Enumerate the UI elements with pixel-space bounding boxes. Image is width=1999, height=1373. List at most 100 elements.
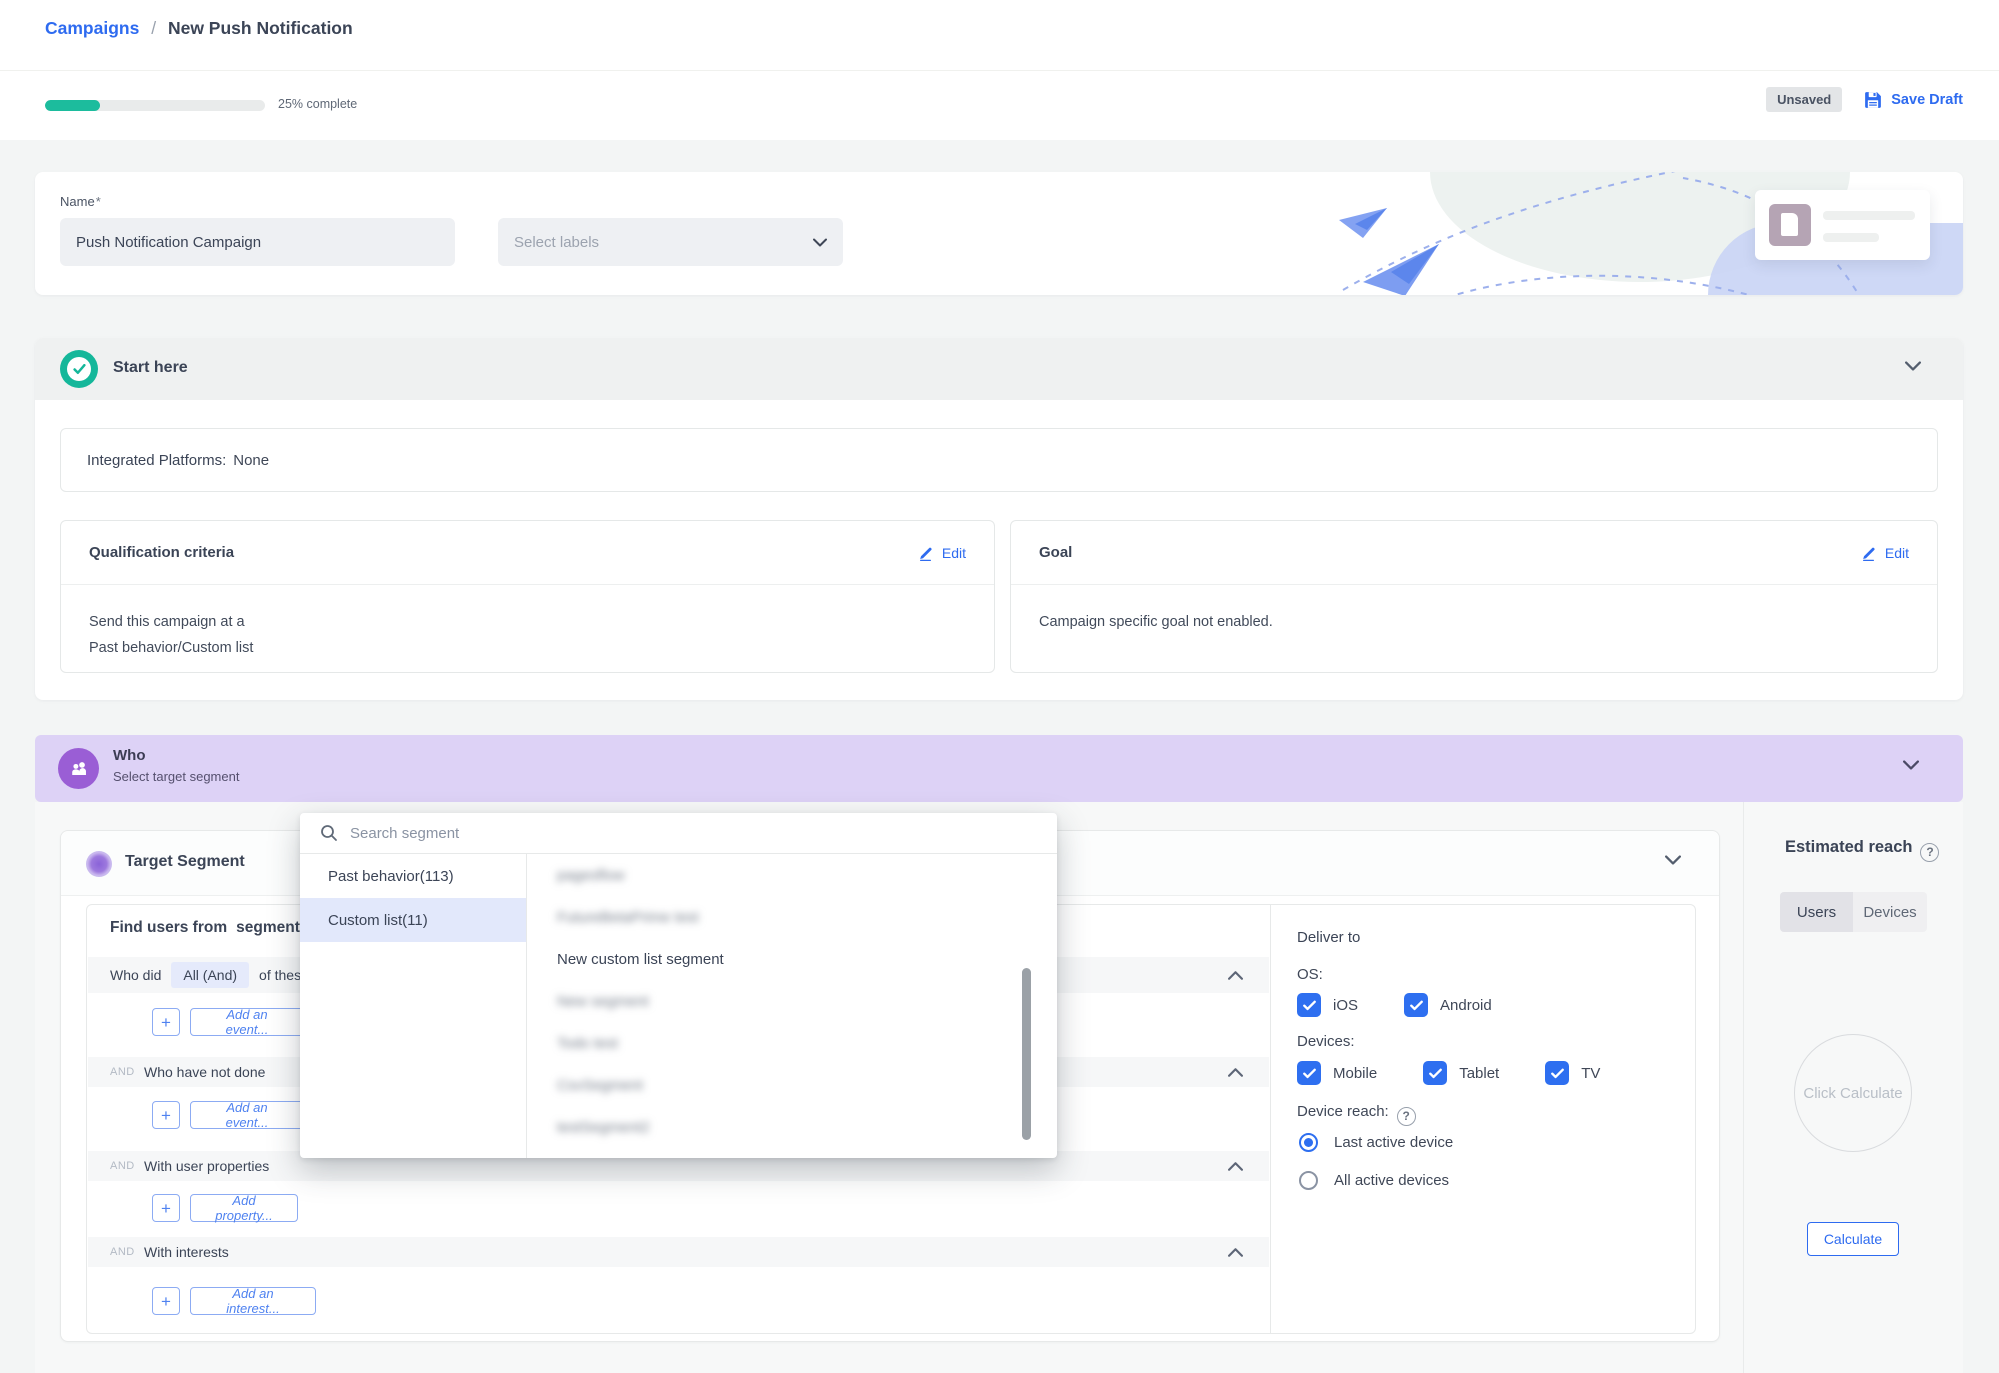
segment-item-redacted[interactable]: New segment <box>527 980 1027 1022</box>
segment-item-redacted[interactable]: testSegment2 <box>527 1106 1027 1148</box>
os-label: OS: <box>1297 966 1323 983</box>
find-users-label: Find users from <box>110 919 227 936</box>
progress-bar <box>45 100 265 111</box>
segment-item-redacted[interactable]: Todo test <box>527 1022 1027 1064</box>
collapse-chevron-up-icon[interactable] <box>1228 971 1243 980</box>
goal-header: Goal Edit <box>1011 521 1937 585</box>
reach-option-all-active: All active devices <box>1299 1171 1449 1190</box>
calculate-button[interactable]: Calculate <box>1807 1222 1899 1256</box>
breadcrumb: Campaigns / New Push Notification <box>45 18 353 39</box>
add-event-plus-button[interactable]: + <box>152 1008 180 1036</box>
tv-checkbox[interactable] <box>1545 1061 1569 1085</box>
segment-search-input[interactable] <box>350 825 1037 842</box>
start-here-header[interactable]: Start here <box>35 338 1963 400</box>
target-segment-collapse-chevron-icon[interactable] <box>1665 855 1681 865</box>
integrated-platforms-label: Integrated Platforms: <box>87 452 226 469</box>
reach-unit-toggle: Users Devices <box>1780 892 1927 932</box>
add-event-row-2: + Add an event... <box>152 1101 304 1129</box>
tab-users[interactable]: Users <box>1780 892 1853 932</box>
popup-scrollbar-thumb[interactable] <box>1022 968 1031 1140</box>
breadcrumb-campaigns-link[interactable]: Campaigns <box>45 18 139 38</box>
who-did-prefix: Who did <box>110 967 161 983</box>
start-here-collapse-chevron-icon[interactable] <box>1905 361 1921 371</box>
interests-label: With interests <box>144 1244 229 1260</box>
reach-placeholder-circle: Click Calculate <box>1794 1034 1912 1152</box>
condition-bar-interests[interactable]: AND With interests <box>88 1237 1269 1267</box>
qualification-criteria-title: Qualification criteria <box>89 544 234 561</box>
who-section-header[interactable]: Who Select target segment <box>35 735 1963 802</box>
qualification-edit-label: Edit <box>942 545 966 561</box>
mobile-checkbox[interactable] <box>1297 1061 1321 1085</box>
qualification-edit-button[interactable]: Edit <box>918 545 966 561</box>
campaign-editor-page: Campaigns / New Push Notification 25% co… <box>0 0 1999 1373</box>
tablet-label: Tablet <box>1459 1065 1499 1082</box>
segment-item-new-custom-list[interactable]: New custom list segment <box>527 938 1027 980</box>
and-label: AND <box>110 1160 144 1172</box>
labels-select-placeholder: Select labels <box>514 234 813 251</box>
goal-body: Campaign specific goal not enabled. <box>1011 585 1937 635</box>
who-people-icon <box>58 748 99 789</box>
and-label: AND <box>110 1246 144 1258</box>
collapse-chevron-up-icon[interactable] <box>1228 1248 1243 1257</box>
last-active-device-radio[interactable] <box>1299 1133 1318 1152</box>
add-event-button[interactable]: Add an event... <box>190 1101 304 1129</box>
ios-checkbox[interactable] <box>1297 993 1321 1017</box>
add-interest-plus-button[interactable]: + <box>152 1287 180 1315</box>
save-draft-label: Save Draft <box>1891 92 1963 108</box>
collapse-chevron-up-icon[interactable] <box>1228 1068 1243 1077</box>
who-subtitle: Select target segment <box>113 769 239 784</box>
add-event-plus-button[interactable]: + <box>152 1101 180 1129</box>
add-property-row: + Add property... <box>152 1194 298 1222</box>
mobile-label: Mobile <box>1333 1065 1377 1082</box>
tablet-checkbox[interactable] <box>1423 1061 1447 1085</box>
tab-devices[interactable]: Devices <box>1853 892 1927 932</box>
pencil-icon <box>918 545 934 561</box>
pane-divider <box>1270 905 1271 1333</box>
add-event-row-1: + Add an event... <box>152 1008 304 1036</box>
all-active-devices-radio[interactable] <box>1299 1171 1318 1190</box>
qualification-criteria-card: Qualification criteria Edit Send this ca… <box>60 520 995 673</box>
campaign-name-card: Name* Select labels <box>35 172 1963 295</box>
save-draft-button[interactable]: Save Draft <box>1864 91 1963 109</box>
android-label: Android <box>1440 997 1492 1014</box>
match-type-chip[interactable]: All (And) <box>171 962 249 988</box>
campaign-name-input[interactable] <box>60 218 455 266</box>
add-interest-button[interactable]: Add an interest... <box>190 1287 316 1315</box>
unsaved-badge: Unsaved <box>1766 87 1842 112</box>
who-collapse-chevron-icon[interactable] <box>1903 760 1919 770</box>
add-property-plus-button[interactable]: + <box>152 1194 180 1222</box>
segment-dropdown-popup: Past behavior(113) Custom list(11) pages… <box>300 813 1057 1158</box>
find-users-row: Find users from segment <box>110 919 300 937</box>
goal-card: Goal Edit Campaign specific goal not ena… <box>1010 520 1938 673</box>
deliver-to-title: Deliver to <box>1297 929 1360 946</box>
search-icon <box>320 824 338 842</box>
save-icon <box>1864 91 1882 109</box>
target-segment-title: Target Segment <box>125 853 245 871</box>
goal-edit-label: Edit <box>1885 545 1909 561</box>
segment-item-list: pagesflow FutureBetaPrime test New custo… <box>527 854 1027 1158</box>
segment-type-selector[interactable]: segment <box>236 919 300 936</box>
segment-item-redacted[interactable]: FutureBetaPrime test <box>527 896 1027 938</box>
header-actions: Unsaved Save Draft <box>1766 87 1963 112</box>
segment-item-redacted[interactable]: pagesflow <box>527 854 1027 896</box>
required-asterisk: * <box>96 194 101 209</box>
devices-label: Devices: <box>1297 1033 1355 1050</box>
who-title: Who <box>113 747 145 764</box>
category-past-behavior[interactable]: Past behavior(113) <box>300 854 526 898</box>
add-interest-row: + Add an interest... <box>152 1287 316 1315</box>
labels-select[interactable]: Select labels <box>498 218 843 266</box>
device-reach-label: Device reach:? <box>1297 1103 1416 1126</box>
add-event-button[interactable]: Add an event... <box>190 1008 304 1036</box>
estimated-reach-title: Estimated reach? <box>1785 838 1939 862</box>
estimated-reach-help-icon[interactable]: ? <box>1920 843 1939 862</box>
collapse-chevron-up-icon[interactable] <box>1228 1162 1243 1171</box>
notification-line-2 <box>1823 233 1879 242</box>
segment-item-redacted[interactable]: CsvSegment <box>527 1064 1027 1106</box>
name-field-label: Name* <box>60 194 101 209</box>
header-divider <box>0 70 1999 71</box>
goal-edit-button[interactable]: Edit <box>1861 545 1909 561</box>
add-property-button[interactable]: Add property... <box>190 1194 298 1222</box>
android-checkbox[interactable] <box>1404 993 1428 1017</box>
category-custom-list[interactable]: Custom list(11) <box>300 898 526 942</box>
device-reach-help-icon[interactable]: ? <box>1397 1107 1416 1126</box>
